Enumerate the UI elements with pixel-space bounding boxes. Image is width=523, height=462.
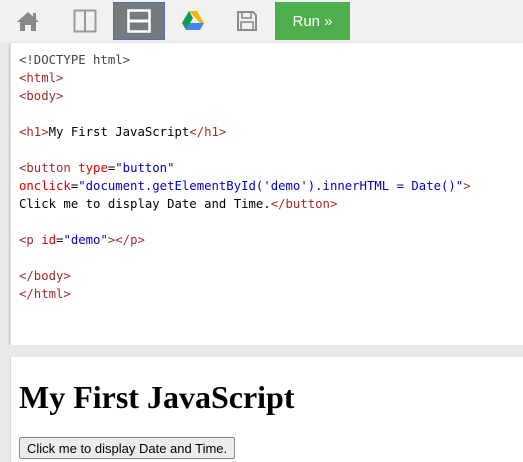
result-pane: My First JavaScript Click me to display …: [10, 357, 523, 462]
code-token: </button>: [270, 197, 338, 211]
code-line: <body>: [19, 87, 471, 105]
split-vertical-icon: [73, 9, 97, 33]
display-date-button[interactable]: Click me to display Date and Time.: [19, 437, 236, 459]
code-token: <body>: [19, 89, 64, 103]
home-button[interactable]: [2, 2, 54, 40]
code-line: <html>: [19, 69, 471, 87]
code-token: <p: [19, 233, 42, 247]
code-editor[interactable]: <!DOCTYPE html> <html> <body> <h1>My First…: [10, 43, 523, 345]
pane-splitter[interactable]: [0, 345, 523, 357]
code-text[interactable]: <!DOCTYPE html> <html> <body> <h1>My First…: [19, 51, 471, 303]
code-token: id: [41, 233, 57, 247]
save-button[interactable]: [221, 2, 273, 40]
code-token: </h1>: [189, 125, 227, 139]
code-token: "button": [115, 161, 175, 175]
save-icon: [237, 11, 257, 31]
google-drive-button[interactable]: [167, 2, 219, 40]
code-token: </body>: [19, 269, 71, 283]
code-line: onclick="document.getElementById('demo')…: [19, 177, 471, 195]
split-horizontal-icon: [127, 9, 151, 33]
code-token: "document.getElementById('demo').innerHT…: [78, 179, 464, 193]
split-horizontal-button[interactable]: [113, 2, 165, 40]
home-icon: [17, 12, 39, 31]
code-token: "demo": [63, 233, 108, 247]
code-line: <p id="demo"></p>: [19, 231, 471, 249]
code-token: My First JavaScript: [48, 125, 190, 139]
code-line: <button type="button": [19, 159, 471, 177]
code-line: <h1>My First JavaScript</h1>: [19, 123, 471, 141]
run-button[interactable]: Run »: [275, 2, 350, 40]
code-token: Click me to display Date and Time.: [19, 197, 271, 211]
code-token: ></p>: [107, 233, 145, 247]
result-heading: My First JavaScript: [19, 379, 295, 415]
code-line: </html>: [19, 285, 471, 303]
code-token: >: [463, 179, 471, 193]
code-line: </body>: [19, 267, 471, 285]
split-vertical-button[interactable]: [59, 2, 111, 40]
code-line: <!DOCTYPE html>: [19, 51, 471, 69]
code-token: <button: [19, 161, 79, 175]
code-line: Click me to display Date and Time.</butt…: [19, 195, 471, 213]
code-token: <html>: [19, 71, 64, 85]
code-token: <!DOCTYPE html>: [19, 53, 131, 67]
code-token: </html>: [19, 287, 71, 301]
code-token: type: [78, 161, 108, 175]
code-token: onclick: [19, 179, 71, 193]
toolbar: Run »: [0, 0, 523, 43]
code-token: <h1>: [19, 125, 49, 139]
google-drive-icon: [182, 11, 204, 30]
